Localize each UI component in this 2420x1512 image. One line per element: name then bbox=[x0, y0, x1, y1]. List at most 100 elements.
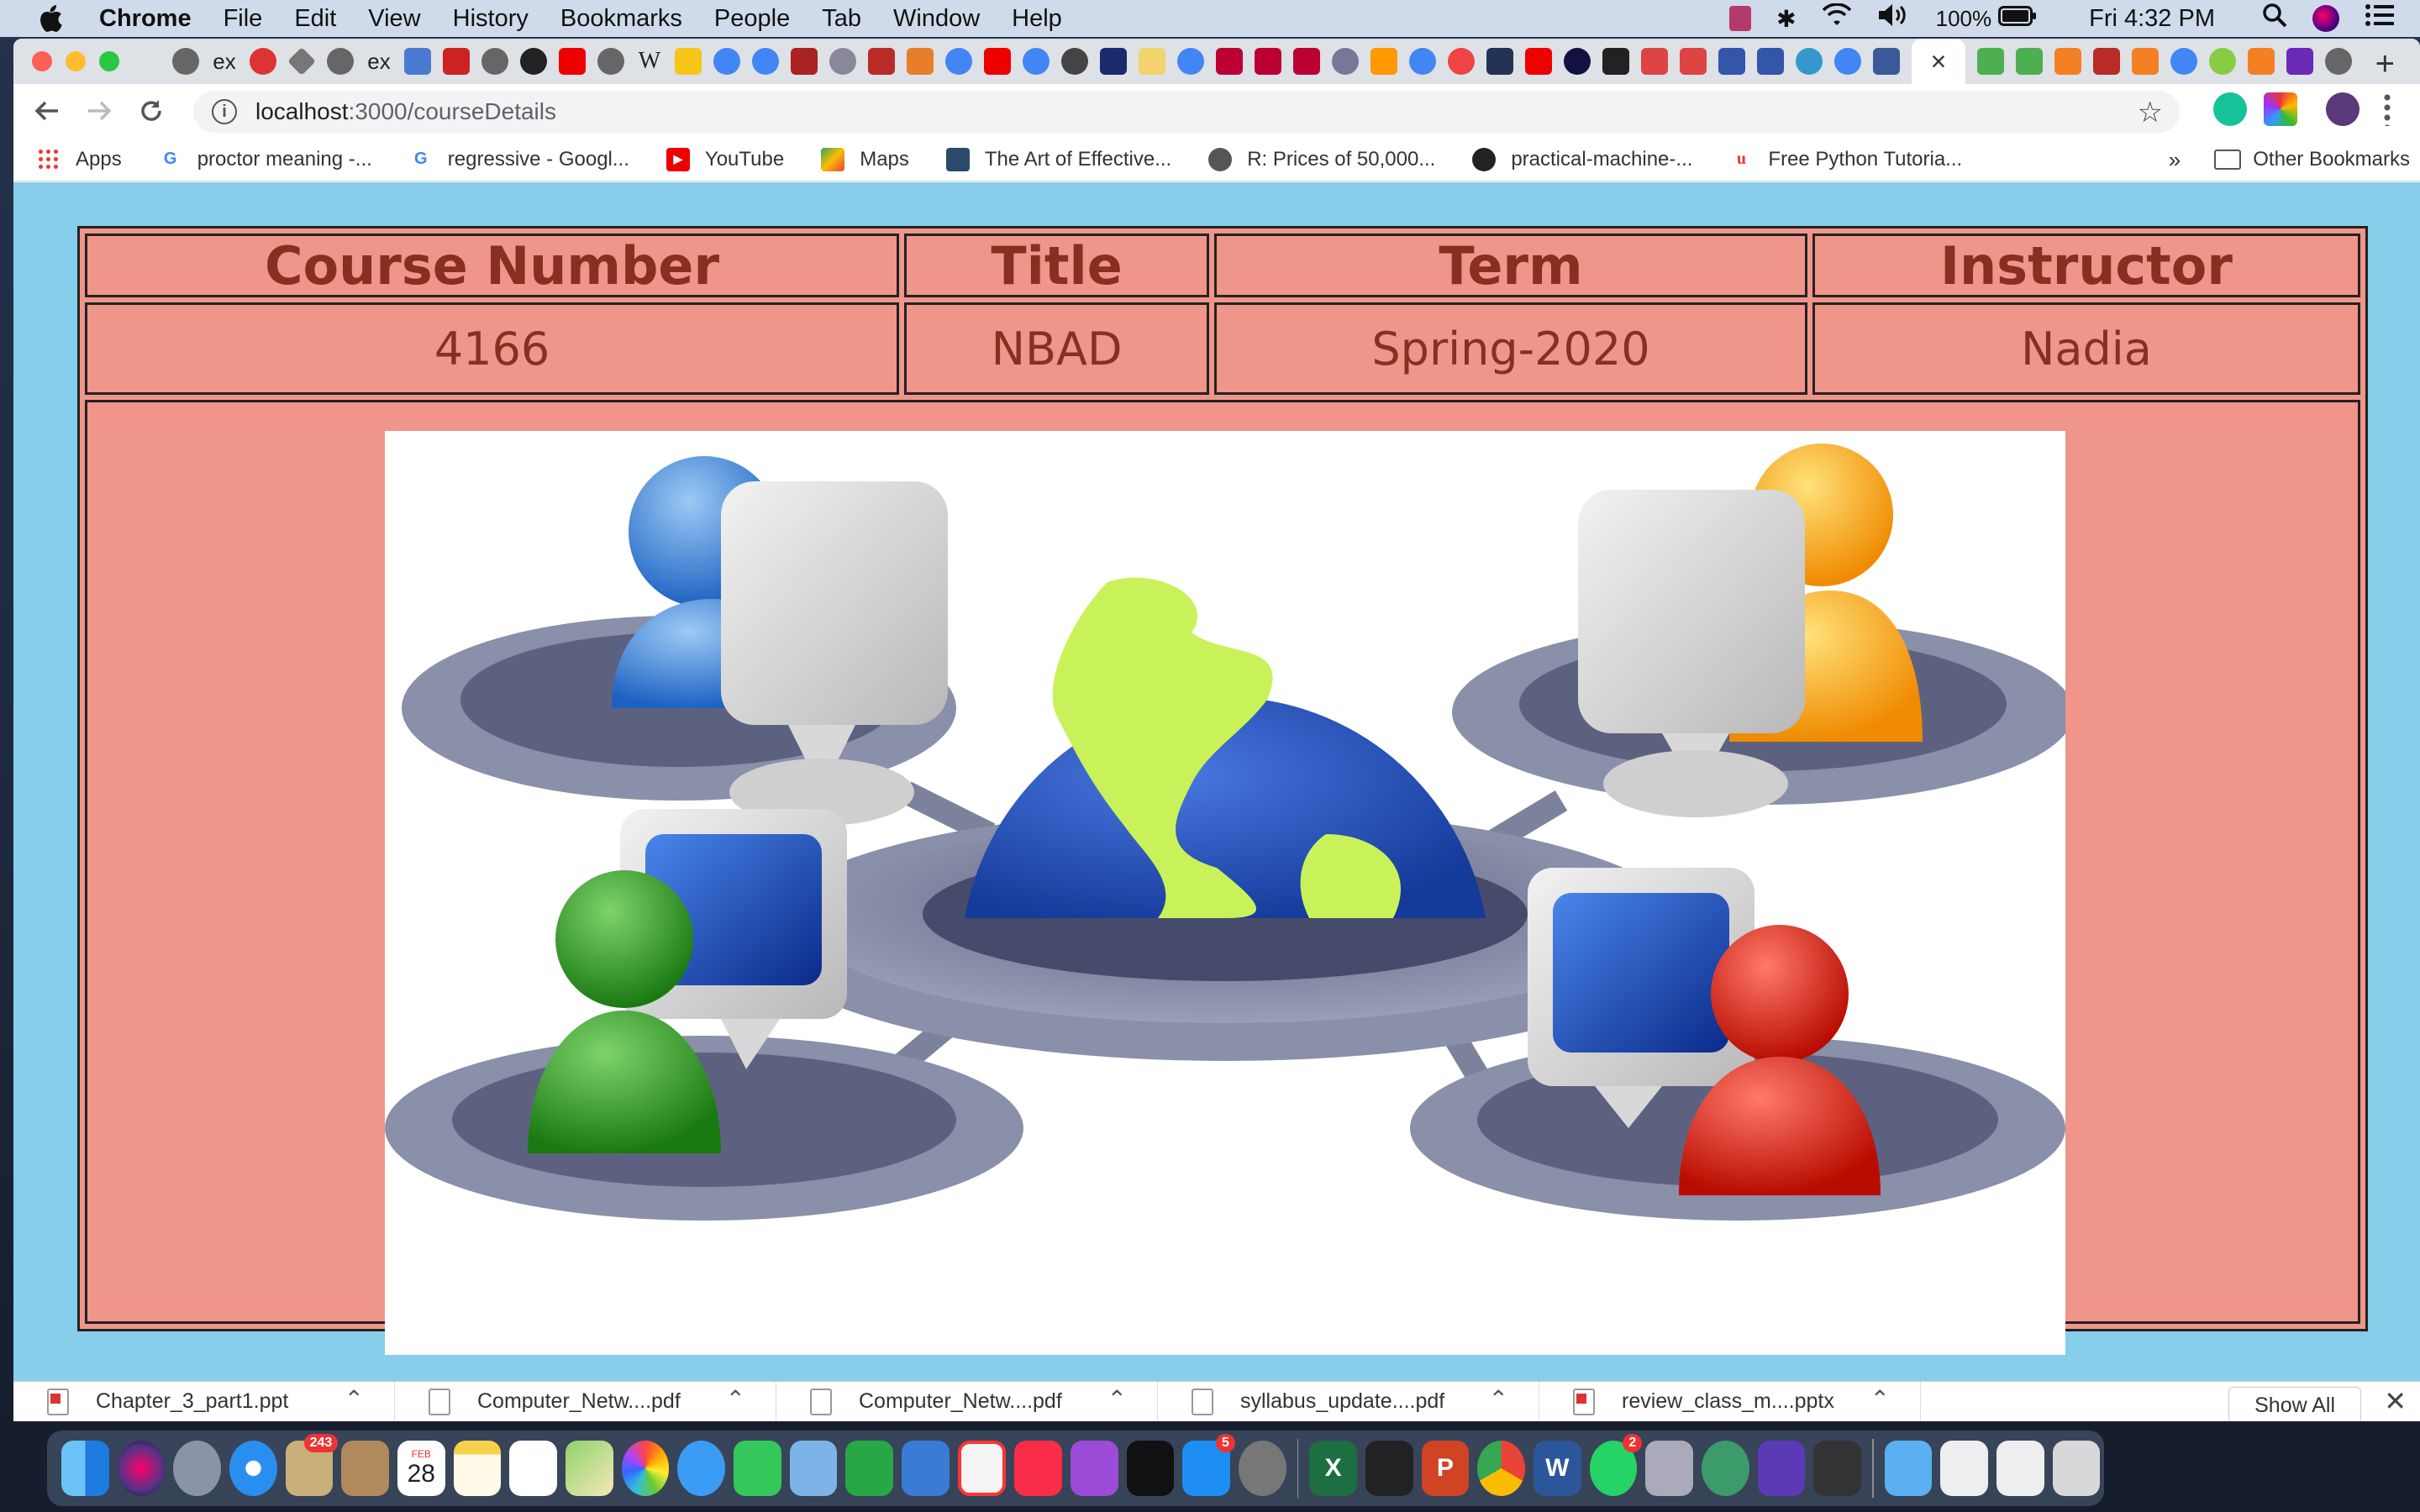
profile-avatar[interactable] bbox=[2326, 92, 2360, 126]
tab-stackoverflow-icon[interactable] bbox=[2054, 48, 2081, 75]
tab-grey-icon[interactable] bbox=[1061, 48, 1088, 75]
menu-help[interactable]: Help bbox=[1012, 5, 1062, 33]
tab-blue-icon[interactable] bbox=[1486, 48, 1513, 75]
tab-facebook-icon[interactable] bbox=[1873, 48, 1900, 75]
word-icon[interactable]: W bbox=[1533, 1441, 1581, 1496]
tab-robot-icon[interactable] bbox=[404, 48, 431, 75]
calendar-icon[interactable]: FEB 28 bbox=[397, 1441, 445, 1496]
facetime-icon[interactable] bbox=[733, 1441, 781, 1496]
photos-icon[interactable] bbox=[621, 1441, 670, 1496]
news-icon[interactable] bbox=[957, 1441, 1007, 1496]
bluetooth-icon[interactable]: ✱ bbox=[1776, 5, 1796, 33]
tab-google-icon[interactable] bbox=[1023, 48, 1050, 75]
app-store-icon[interactable]: 5 bbox=[1182, 1434, 1235, 1496]
messages-icon[interactable] bbox=[677, 1441, 725, 1496]
download-item[interactable]: Computer_Netw....pdf ⌃ bbox=[776, 1382, 1158, 1421]
tab-w3schools-icon[interactable] bbox=[1977, 48, 2004, 75]
battery-icon[interactable] bbox=[1998, 5, 2037, 33]
atom-icon[interactable] bbox=[1701, 1441, 1749, 1496]
tab-yellow-icon[interactable] bbox=[1139, 48, 1165, 75]
tab-youtube-icon[interactable] bbox=[559, 48, 586, 75]
download-item[interactable]: Chapter_3_part1.ppt ⌃ bbox=[13, 1382, 395, 1421]
wifi-icon[interactable] bbox=[1822, 3, 1852, 34]
tab-red-icon[interactable] bbox=[250, 48, 276, 75]
preview-icon[interactable] bbox=[789, 1441, 838, 1496]
tab-youtube-icon[interactable] bbox=[984, 48, 1011, 75]
siri-dock-icon[interactable] bbox=[117, 1441, 166, 1496]
tab-w3schools-icon[interactable] bbox=[2016, 48, 2043, 75]
colorful-extension-icon[interactable] bbox=[2264, 92, 2297, 126]
bookmark-free-python[interactable]: u Free Python Tutoria... bbox=[1729, 148, 1962, 171]
menu-tab[interactable]: Tab bbox=[822, 5, 861, 33]
tab-stackoverflow-icon[interactable] bbox=[2248, 48, 2275, 75]
tab-star-icon[interactable] bbox=[1100, 48, 1127, 75]
bookmark-star-icon[interactable]: ☆ bbox=[2138, 96, 2163, 129]
menu-history[interactable]: History bbox=[453, 5, 529, 33]
volume-icon[interactable] bbox=[1877, 3, 1911, 34]
tab-quora-icon[interactable] bbox=[868, 48, 895, 75]
tab-red-icon[interactable] bbox=[1448, 48, 1475, 75]
maps-dock-icon[interactable] bbox=[565, 1441, 613, 1496]
download-item[interactable]: Computer_Netw....pdf ⌃ bbox=[395, 1382, 776, 1421]
tab-red-icon[interactable] bbox=[791, 48, 818, 75]
contacts-icon[interactable] bbox=[341, 1441, 389, 1496]
new-tab-button[interactable]: + bbox=[2375, 45, 2395, 83]
reminders-icon[interactable] bbox=[509, 1441, 557, 1496]
tab-globe-icon[interactable] bbox=[2325, 48, 2352, 75]
tab-quora-icon[interactable] bbox=[2093, 48, 2120, 75]
tab-google-icon[interactable] bbox=[2170, 48, 2197, 75]
tab-google-icon[interactable] bbox=[945, 48, 972, 75]
tab-ex-icon[interactable]: ex bbox=[366, 48, 392, 75]
bookmarks-overflow-button[interactable]: » bbox=[2169, 147, 2181, 173]
image-capture-icon[interactable] bbox=[1645, 1441, 1693, 1496]
tab-red-icon[interactable] bbox=[1293, 48, 1320, 75]
tab-red-icon[interactable] bbox=[443, 48, 470, 75]
document-stack-icon[interactable] bbox=[1940, 1441, 1988, 1496]
tab-amazon-icon[interactable] bbox=[1602, 48, 1629, 75]
tab-blue-icon[interactable] bbox=[1757, 48, 1784, 75]
download-item[interactable]: review_class_m....pptx ⌃ bbox=[1539, 1382, 1921, 1421]
menu-view[interactable]: View bbox=[368, 5, 420, 33]
show-all-downloads-button[interactable]: Show All bbox=[2228, 1387, 2361, 1421]
tab-stackoverflow-icon[interactable] bbox=[2132, 48, 2159, 75]
address-bar[interactable]: i localhost:3000/courseDetails ☆ bbox=[193, 91, 2180, 133]
back-button[interactable] bbox=[29, 92, 66, 129]
chevron-up-icon[interactable]: ⌃ bbox=[726, 1385, 745, 1413]
menu-window[interactable]: Window bbox=[893, 5, 980, 33]
tab-red-icon[interactable] bbox=[1255, 48, 1281, 75]
tab-globe-icon[interactable] bbox=[172, 48, 199, 75]
menu-file[interactable]: File bbox=[224, 5, 263, 33]
bookmark-youtube[interactable]: ▶ YouTube bbox=[666, 147, 784, 171]
tab-blue-icon[interactable] bbox=[1564, 48, 1591, 75]
menu-people[interactable]: People bbox=[714, 5, 790, 33]
tab-globe-icon[interactable] bbox=[327, 48, 354, 75]
spotlight-search-icon[interactable] bbox=[2262, 3, 2287, 34]
tab-gmail-icon[interactable] bbox=[1641, 48, 1668, 75]
tab-github-icon[interactable] bbox=[520, 48, 547, 75]
tab-ex-icon[interactable]: ex bbox=[211, 48, 238, 75]
bookmark-apps[interactable]: Apps bbox=[37, 147, 122, 171]
system-preferences-icon[interactable] bbox=[1238, 1441, 1286, 1496]
tab-diamond-icon[interactable] bbox=[287, 47, 316, 76]
tab-yellow-icon[interactable] bbox=[675, 48, 702, 75]
tab-bulb-icon[interactable] bbox=[1796, 48, 1823, 75]
tab-globe-icon[interactable] bbox=[481, 48, 508, 75]
chrome-menu-icon[interactable] bbox=[2383, 92, 2391, 126]
close-window-button[interactable] bbox=[32, 51, 52, 71]
tab-green-icon[interactable] bbox=[2209, 48, 2236, 75]
numbers-icon[interactable] bbox=[845, 1441, 893, 1496]
chevron-up-icon[interactable]: ⌃ bbox=[1107, 1385, 1127, 1413]
minimize-window-button[interactable] bbox=[66, 51, 86, 71]
grammarly-extension-icon[interactable] bbox=[2213, 92, 2247, 126]
mail-scan-icon[interactable]: 243 bbox=[285, 1434, 339, 1496]
downloads-folder-icon[interactable] bbox=[1884, 1441, 1933, 1496]
zoom-window-button[interactable] bbox=[99, 51, 119, 71]
menu-bookmarks[interactable]: Bookmarks bbox=[560, 5, 682, 33]
bookmark-proctor[interactable]: G proctor meaning -... bbox=[159, 148, 372, 171]
music-icon[interactable] bbox=[1014, 1441, 1062, 1496]
site-info-icon[interactable]: i bbox=[212, 99, 237, 124]
chevron-up-icon[interactable]: ⌃ bbox=[1489, 1385, 1508, 1413]
chevron-up-icon[interactable]: ⌃ bbox=[1870, 1385, 1890, 1413]
keynote-icon[interactable] bbox=[901, 1441, 950, 1496]
tab-orange-icon[interactable] bbox=[1370, 48, 1397, 75]
